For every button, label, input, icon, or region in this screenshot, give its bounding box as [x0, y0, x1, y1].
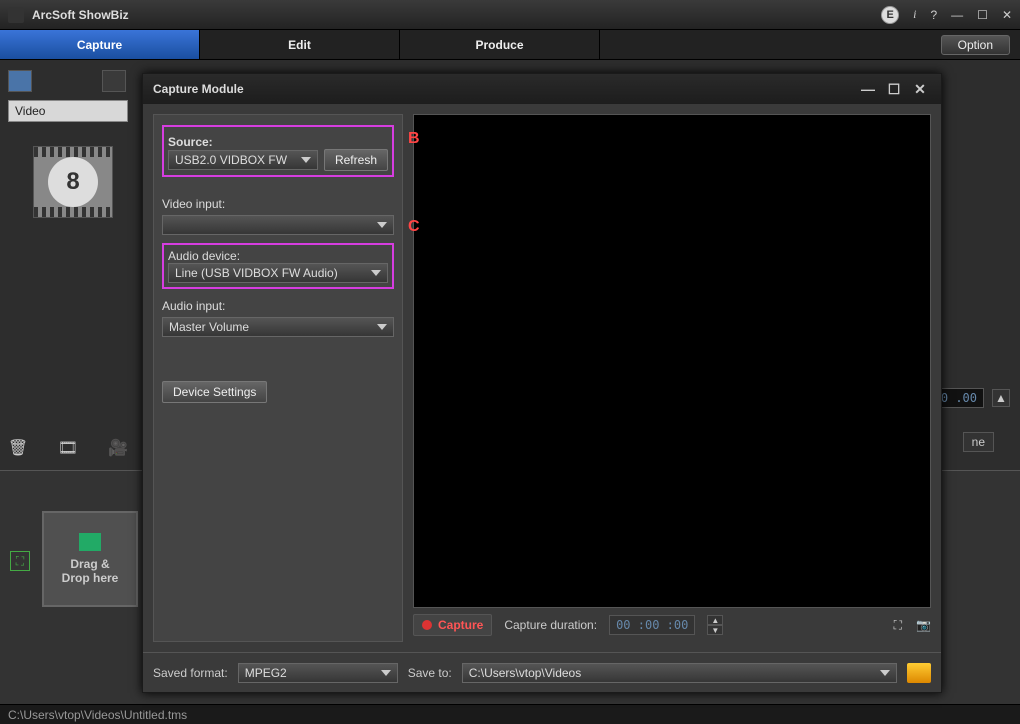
film-icon[interactable]: 🎞 [58, 438, 78, 458]
annotation-c: C [408, 218, 420, 236]
browse-folder-icon[interactable] [907, 663, 931, 683]
close-icon[interactable]: ✕ [1002, 8, 1012, 22]
timeline-header-fragment: ne [963, 432, 994, 452]
video-input-dropdown[interactable] [162, 215, 394, 235]
duration-stepper[interactable]: ▲▼ [707, 615, 723, 635]
tab-produce[interactable]: Produce [400, 30, 600, 59]
saved-format-dropdown[interactable]: MPEG2 [238, 663, 398, 683]
audio-input-value: Master Volume [169, 320, 249, 334]
source-value: USB2.0 VIDBOX FW [175, 153, 287, 167]
capture-button-label: Capture [438, 618, 483, 632]
capture-duration-label: Capture duration: [504, 618, 597, 632]
video-input-label: Video input: [162, 197, 394, 211]
save-to-dropdown[interactable]: C:\Users\vtop\Videos [462, 663, 897, 683]
fullscreen-icon[interactable]: ⛶ [894, 618, 902, 633]
audio-device-value: Line (USB VIDBOX FW Audio) [175, 266, 338, 280]
drop-label-1: Drag & [70, 557, 109, 571]
video-preview [413, 114, 931, 608]
drop-label-2: Drop here [62, 571, 119, 585]
status-bar: C:\Users\vtop\Videos\Untitled.tms [0, 704, 1020, 724]
refresh-button[interactable]: Refresh [324, 149, 388, 171]
modal-minimize-icon[interactable]: — [857, 80, 879, 98]
camera-icon[interactable]: 🎥 [108, 438, 128, 458]
modal-close-icon[interactable]: ✕ [909, 80, 931, 98]
snapshot-icon[interactable]: 📷 [916, 618, 931, 633]
app-icon [8, 7, 24, 23]
library-tab-1[interactable] [8, 70, 32, 92]
modal-maximize-icon[interactable]: ☐ [883, 80, 905, 98]
badge-e[interactable]: E [881, 6, 899, 24]
library-tab-2[interactable] [102, 70, 126, 92]
annotation-b: B [408, 130, 420, 148]
maximize-icon[interactable]: ☐ [977, 8, 988, 22]
media-type-dropdown[interactable]: Video [8, 100, 128, 122]
audio-input-dropdown[interactable]: Master Volume [162, 317, 394, 337]
audio-device-label: Audio device: [168, 249, 388, 263]
modal-title: Capture Module [153, 82, 244, 96]
drop-zone[interactable]: Drag & Drop here [42, 511, 138, 607]
capture-module-dialog: Capture Module — ☐ ✕ Source: USB2.0 VIDB… [142, 73, 942, 693]
countdown-icon: 8 [48, 157, 98, 207]
save-to-label: Save to: [408, 666, 452, 680]
info-icon[interactable]: i [913, 7, 916, 22]
capture-button[interactable]: Capture [413, 614, 492, 636]
saved-format-value: MPEG2 [245, 666, 287, 680]
record-icon [422, 620, 432, 630]
media-thumbnail[interactable]: 8 [33, 146, 113, 218]
title-bar: ArcSoft ShowBiz E i ? — ☐ ✕ [0, 0, 1020, 30]
minimize-icon[interactable]: — [951, 8, 963, 22]
option-button[interactable]: Option [941, 35, 1010, 55]
audio-device-dropdown[interactable]: Line (USB VIDBOX FW Audio) [168, 263, 388, 283]
tab-capture[interactable]: Capture [0, 30, 200, 59]
help-icon[interactable]: ? [930, 8, 937, 22]
expand-icon[interactable]: ⛶ [10, 551, 30, 571]
audio-input-label: Audio input: [162, 299, 394, 313]
trash-icon[interactable]: 🗑 [8, 438, 28, 458]
time-stepper[interactable]: ▲ [992, 389, 1010, 407]
capture-duration-value: 00 :00 :00 [609, 615, 695, 635]
save-to-value: C:\Users\vtop\Videos [469, 666, 582, 680]
app-title: ArcSoft ShowBiz [32, 8, 881, 22]
source-label: Source: [168, 135, 388, 149]
source-dropdown[interactable]: USB2.0 VIDBOX FW [168, 150, 318, 170]
main-tabs: Capture Edit Produce Option [0, 30, 1020, 60]
filmstrip-icon [79, 533, 101, 551]
saved-format-label: Saved format: [153, 666, 228, 680]
tab-edit[interactable]: Edit [200, 30, 400, 59]
device-settings-button[interactable]: Device Settings [162, 381, 267, 403]
